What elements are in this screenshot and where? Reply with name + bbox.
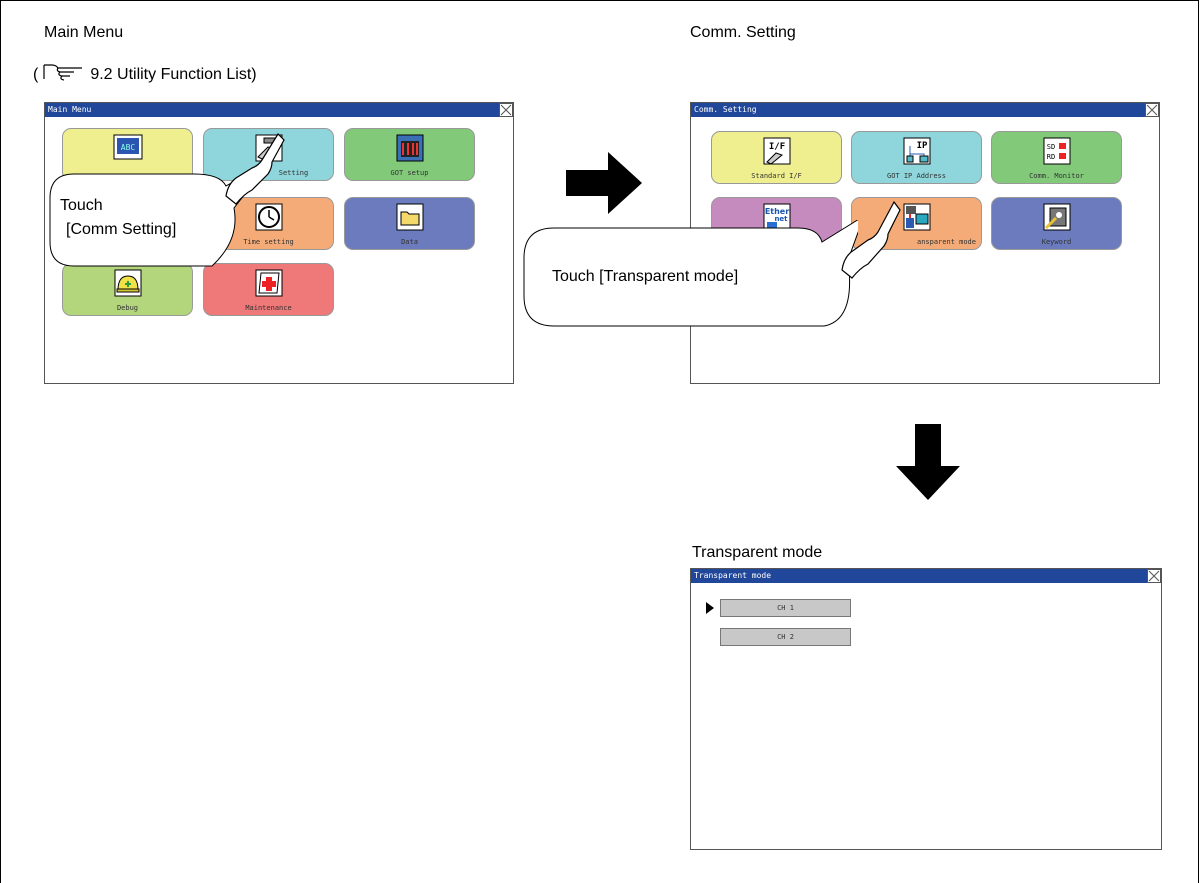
svg-text:I/F: I/F bbox=[768, 142, 784, 152]
tile-got-setup-label: GOT setup bbox=[390, 169, 429, 177]
sd-text: SD bbox=[1046, 143, 1054, 151]
first-aid-icon bbox=[254, 268, 284, 298]
tile-maintenance-label: Maintenance bbox=[245, 304, 292, 312]
tile-comm-monitor[interactable]: SD RD Comm. Monitor bbox=[991, 131, 1122, 184]
tile-data[interactable]: Data bbox=[344, 197, 475, 250]
reference-hand-icon bbox=[42, 62, 86, 87]
main-menu-titlebar: Main Menu bbox=[45, 103, 513, 117]
callout-transparent-mode-text: Touch [Transparent mode] bbox=[552, 268, 739, 285]
close-icon[interactable] bbox=[1147, 569, 1161, 583]
rd-text: RD bbox=[1046, 153, 1054, 161]
tile-transparent-mode-label: ansparent mode bbox=[916, 238, 976, 246]
tile-comm-monitor-label: Comm. Monitor bbox=[1029, 172, 1084, 180]
tile-debug-label: Debug bbox=[116, 304, 139, 312]
got-setup-icon bbox=[395, 133, 425, 163]
ip-icon-text: IP bbox=[916, 141, 927, 151]
reference-open-paren: ( bbox=[33, 65, 39, 83]
comm-setting-title: Comm. Setting bbox=[694, 105, 757, 114]
tile-data-label: Data bbox=[401, 238, 418, 246]
selection-cursor-icon bbox=[706, 602, 714, 614]
hand-pointer-icon bbox=[225, 133, 285, 205]
comm-setting-heading: Comm. Setting bbox=[690, 24, 796, 41]
tile-got-setup[interactable]: GOT setup bbox=[344, 128, 475, 181]
close-icon[interactable] bbox=[499, 103, 513, 117]
close-icon[interactable] bbox=[1145, 103, 1159, 117]
transparent-mode-titlebar: Transparent mode bbox=[691, 569, 1161, 583]
folder-icon bbox=[395, 202, 425, 232]
reference-note: ( 9.2 Utility Function List) bbox=[33, 62, 257, 87]
ch2-button[interactable]: CH 2 bbox=[720, 628, 851, 646]
helmet-icon bbox=[113, 268, 143, 298]
transparent-mode-screen: Transparent mode CH 1 CH 2 bbox=[690, 568, 1162, 850]
callout-line-1: Touch bbox=[60, 197, 103, 214]
comm-setting-titlebar: Comm. Setting bbox=[691, 103, 1159, 117]
keyword-lock-icon bbox=[1042, 202, 1072, 232]
tile-got-ip-address[interactable]: IP GOT IP Address bbox=[851, 131, 982, 184]
tile-standard-if-label: Standard I/F bbox=[751, 172, 802, 180]
transparent-mode-icon bbox=[902, 202, 932, 232]
reference-link-text[interactable]: 9.2 Utility Function List) bbox=[90, 66, 256, 84]
tile-keyword-label: Keyword bbox=[1041, 238, 1072, 246]
sd-rd-icon: SD RD bbox=[1042, 136, 1072, 166]
interface-icon: I/F bbox=[762, 136, 792, 166]
main-menu-heading: Main Menu bbox=[44, 24, 124, 41]
callout-comm-setting-text: Touch [Comm Setting] bbox=[60, 194, 176, 242]
tile-standard-if[interactable]: I/F Standard I/F bbox=[711, 131, 842, 184]
tile-got-ip-address-label: GOT IP Address bbox=[886, 172, 946, 180]
main-menu-title: Main Menu bbox=[48, 105, 92, 114]
tile-keyword[interactable]: Keyword bbox=[991, 197, 1122, 250]
right-arrow-icon bbox=[566, 152, 642, 214]
tile-maintenance[interactable]: Maintenance bbox=[203, 263, 334, 316]
tile-debug[interactable]: Debug bbox=[62, 263, 193, 316]
hand-pointer-icon bbox=[841, 200, 901, 279]
transparent-mode-heading: Transparent mode bbox=[692, 544, 823, 561]
transparent-mode-title: Transparent mode bbox=[694, 571, 772, 580]
callout-line-2: [Comm Setting] bbox=[66, 221, 177, 238]
down-arrow-icon bbox=[896, 424, 960, 500]
ip-network-icon: IP bbox=[902, 136, 932, 166]
ch1-button[interactable]: CH 1 bbox=[720, 599, 851, 617]
